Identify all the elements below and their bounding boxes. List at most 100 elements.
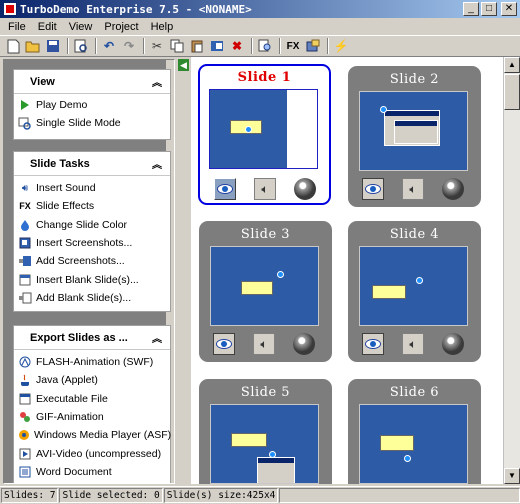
- sound-speaker-icon[interactable]: 🔈︎: [253, 333, 275, 355]
- collapse-chevron-icon[interactable]: ︽: [152, 330, 162, 345]
- slide-card-1[interactable]: Slide 1 🔈︎: [198, 64, 331, 205]
- sound-speaker-icon[interactable]: 🔈︎: [254, 178, 276, 200]
- view-group-header[interactable]: View ︽: [14, 70, 170, 94]
- effect-ball-icon[interactable]: [442, 333, 464, 355]
- scroll-up-icon[interactable]: ▲: [504, 57, 520, 73]
- copy-icon[interactable]: [168, 37, 186, 55]
- wmp-icon: [18, 428, 30, 442]
- export-flash[interactable]: FLASH-Animation (SWF): [14, 353, 170, 371]
- close-button[interactable]: ✕: [501, 2, 517, 16]
- sound-icon: 🔊︎: [21, 182, 29, 194]
- effect-ball-icon[interactable]: [294, 178, 316, 200]
- slides-scrollbar[interactable]: ▲ ▼: [503, 57, 520, 484]
- task-label: Java (Applet): [36, 374, 98, 387]
- redo-icon[interactable]: ↷: [120, 37, 138, 55]
- preview-icon[interactable]: [72, 37, 90, 55]
- insert-slide-icon[interactable]: [208, 37, 226, 55]
- task-slide-effects[interactable]: FX Slide Effects: [14, 197, 170, 215]
- minimize-button[interactable]: _: [463, 2, 479, 16]
- sound-speaker-icon[interactable]: 🔈︎: [402, 178, 424, 200]
- exe-icon: [18, 392, 32, 406]
- export-word[interactable]: Word Document: [14, 463, 170, 481]
- collapse-chevron-icon[interactable]: ︽: [152, 74, 162, 89]
- screenshot-icon: [18, 236, 32, 250]
- menu-help[interactable]: Help: [145, 21, 180, 33]
- slide-title: Slide 4: [389, 227, 440, 242]
- slide-title: Slide 6: [389, 385, 440, 400]
- slide-thumbnail[interactable]: [359, 91, 468, 171]
- preview-eye-icon[interactable]: [362, 178, 384, 200]
- preview-eye-icon[interactable]: [214, 178, 236, 200]
- panel-splitter[interactable]: [175, 59, 191, 484]
- properties-icon[interactable]: [304, 37, 322, 55]
- effects-icon[interactable]: FX: [284, 37, 302, 55]
- scroll-thumb[interactable]: [504, 74, 520, 110]
- slide-title: Slide 3: [240, 227, 291, 242]
- task-play-demo[interactable]: Play Demo: [14, 96, 170, 114]
- preview-eye-icon[interactable]: [362, 333, 384, 355]
- maximize-button[interactable]: □: [481, 2, 497, 16]
- slide-tasks-title: Slide Tasks: [30, 157, 90, 170]
- status-slide-selected: Slide selected: 0: [59, 488, 163, 503]
- export-wmp[interactable]: Windows Media Player (ASF): [14, 426, 171, 444]
- slide-thumbnail[interactable]: [210, 404, 319, 484]
- toolbar-separator: [95, 38, 97, 54]
- slide-thumbnail[interactable]: [359, 246, 468, 326]
- menu-view[interactable]: View: [63, 21, 99, 33]
- slide-card-4[interactable]: Slide 4 🔈︎: [348, 221, 481, 362]
- new-icon[interactable]: [4, 37, 22, 55]
- slide-thumbnail[interactable]: [359, 404, 468, 484]
- find-icon[interactable]: [256, 37, 274, 55]
- menu-file[interactable]: File: [2, 21, 32, 33]
- slide-title: Slide 5: [240, 385, 291, 400]
- delete-icon[interactable]: ✖: [228, 37, 246, 55]
- sound-speaker-icon[interactable]: 🔈︎: [402, 333, 424, 355]
- slide-card-6[interactable]: Slide 6: [348, 379, 481, 484]
- task-insert-screenshots[interactable]: Insert Screenshots...: [14, 234, 170, 252]
- export-group-title: Export Slides as ...: [30, 331, 128, 344]
- undo-icon[interactable]: ↶: [100, 37, 118, 55]
- collapse-chevron-icon[interactable]: ︽: [152, 156, 162, 171]
- export-executable[interactable]: Executable File: [14, 390, 170, 408]
- slide-title: Slide 2: [389, 72, 440, 87]
- export-group-header[interactable]: Export Slides as ... ︽: [14, 326, 170, 350]
- save-icon[interactable]: [44, 37, 62, 55]
- scroll-down-icon[interactable]: ▼: [504, 468, 520, 484]
- task-change-slide-color[interactable]: Change Slide Color: [14, 216, 170, 234]
- menu-project[interactable]: Project: [98, 21, 144, 33]
- slide-tasks-header[interactable]: Slide Tasks ︽: [14, 152, 170, 176]
- effect-ball-icon[interactable]: [293, 333, 315, 355]
- slide-card-3[interactable]: Slide 3 🔈︎: [199, 221, 332, 362]
- collapse-panel-icon[interactable]: ◀: [178, 59, 189, 71]
- task-single-slide-mode[interactable]: Single Slide Mode: [14, 114, 170, 132]
- fx-icon: FX: [19, 201, 31, 212]
- task-add-screenshots[interactable]: Add Screenshots...: [14, 252, 170, 270]
- export-gif[interactable]: GIF-Animation: [14, 408, 170, 426]
- task-insert-blank-slides[interactable]: Insert Blank Slide(s)...: [14, 270, 170, 288]
- effect-ball-icon[interactable]: [442, 178, 464, 200]
- export-java[interactable]: Java (Applet): [14, 371, 170, 389]
- blank-slide-icon: [18, 273, 32, 287]
- wizard-icon[interactable]: ⚡: [332, 37, 350, 55]
- task-label: Executable File: [36, 392, 108, 405]
- slide-thumbnail[interactable]: [209, 89, 318, 169]
- avi-icon: [18, 447, 32, 461]
- status-slide-count: Slides: 7: [1, 488, 59, 503]
- preview-eye-icon[interactable]: [213, 333, 235, 355]
- single-slide-icon: [18, 116, 32, 130]
- task-add-blank-slides[interactable]: Add Blank Slide(s)...: [14, 289, 170, 307]
- status-slide-size: Slide(s) size:425x4: [163, 488, 279, 503]
- paste-icon[interactable]: [188, 37, 206, 55]
- slide-thumbnail[interactable]: [210, 246, 319, 326]
- task-label: Word Document: [36, 465, 112, 478]
- task-insert-sound[interactable]: 🔊︎ Insert Sound: [14, 179, 170, 197]
- cut-icon[interactable]: ✂: [148, 37, 166, 55]
- menu-edit[interactable]: Edit: [32, 21, 63, 33]
- slides-area: Slide 1 🔈︎ Slide 2 🔈︎ Slide 3 🔈︎ Slide 4…: [191, 57, 503, 484]
- slide-card-2[interactable]: Slide 2 🔈︎: [348, 66, 481, 207]
- slide-card-5[interactable]: Slide 5: [199, 379, 332, 484]
- app-icon: [3, 2, 17, 16]
- open-icon[interactable]: [24, 37, 42, 55]
- task-label: Single Slide Mode: [36, 117, 121, 130]
- export-avi[interactable]: AVI-Video (uncompressed): [14, 444, 170, 462]
